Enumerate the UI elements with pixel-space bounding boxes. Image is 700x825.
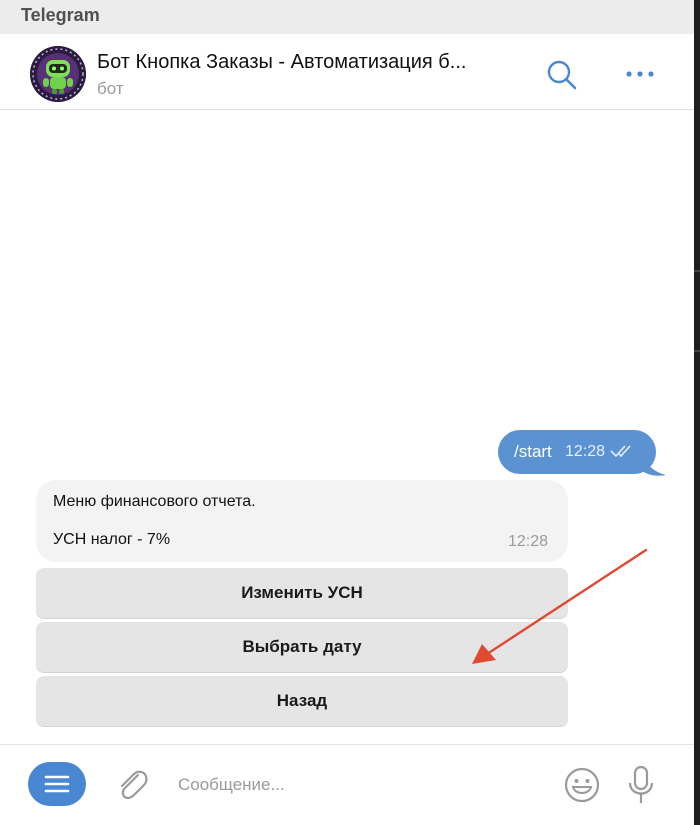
search-icon[interactable] (544, 58, 578, 92)
app-title: Telegram (21, 5, 100, 25)
bot-menu-button[interactable] (28, 762, 86, 806)
message-list[interactable]: /start 12:28 Меню финансового отчета. УС… (0, 111, 694, 744)
attach-icon[interactable] (114, 765, 150, 805)
outgoing-message-text: /start (514, 442, 552, 461)
more-icon[interactable] (624, 64, 658, 84)
message-composer (0, 744, 694, 825)
incoming-message-line1: Меню финансового отчета. (53, 493, 256, 510)
incoming-message[interactable]: Меню финансового отчета. УСН налог - 7% … (36, 480, 568, 562)
chat-subtitle: бот (97, 79, 124, 98)
keyboard-button-choose-date[interactable]: Выбрать дату (36, 622, 568, 672)
message-input[interactable] (178, 771, 538, 799)
background-strip (694, 0, 700, 825)
window-titlebar: Telegram (0, 0, 694, 34)
double-check-icon (610, 443, 636, 459)
chat-header[interactable]: Бот Кнопка Заказы - Автоматизация б... б… (0, 34, 694, 110)
menu-icon (44, 775, 70, 793)
outgoing-message-time: 12:28 (565, 443, 606, 460)
incoming-message-line2: УСН налог - 7% (53, 531, 171, 548)
mic-icon[interactable] (626, 763, 656, 807)
incoming-message-time: 12:28 (507, 533, 548, 550)
keyboard-button-change-usn[interactable]: Изменить УСН (36, 568, 568, 618)
keyboard-button-back[interactable]: Назад (36, 676, 568, 726)
outgoing-message[interactable]: /start 12:28 (498, 430, 656, 474)
telegram-window: Telegram Бот Кнопка Заказы - Автоматизац… (0, 0, 694, 825)
chat-title[interactable]: Бот Кнопка Заказы - Автоматизация б... (97, 51, 466, 74)
emoji-icon[interactable] (562, 765, 602, 805)
bot-avatar[interactable] (30, 46, 86, 102)
